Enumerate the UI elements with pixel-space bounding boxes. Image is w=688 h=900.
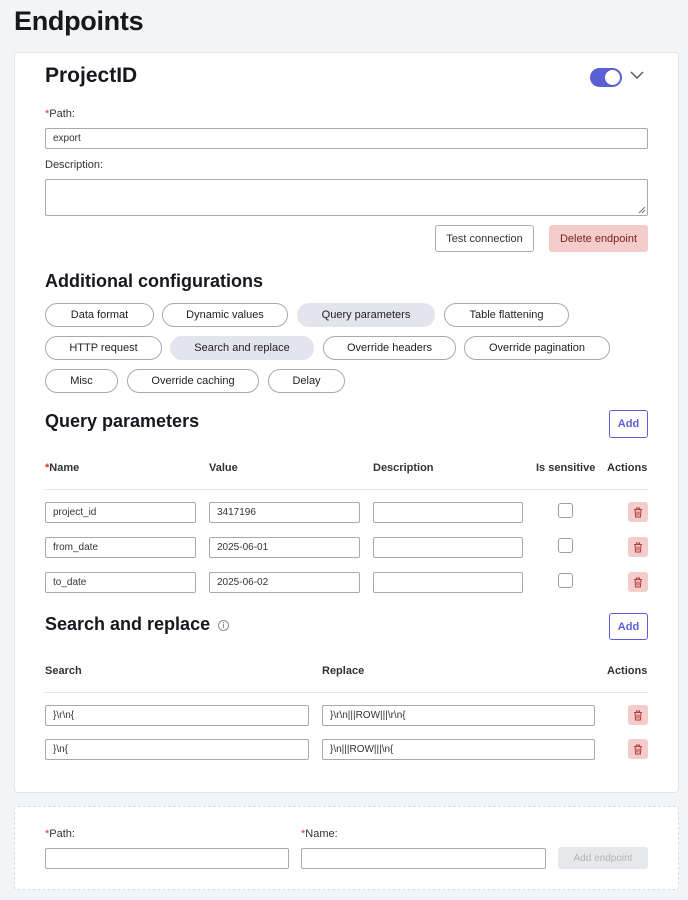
replace-input[interactable]: }\r\n|||ROW|||\r\n{ (322, 705, 595, 726)
chip-table-flattening[interactable]: Table flattening (444, 303, 569, 327)
delete-endpoint-button[interactable]: Delete endpoint (549, 225, 648, 252)
chip-http-request[interactable]: HTTP request (45, 336, 162, 360)
column-header-description: Description (373, 462, 434, 474)
add-query-parameter-button[interactable]: Add (609, 410, 648, 438)
delete-search-replace-button[interactable] (628, 705, 648, 725)
column-header-search: Search (45, 665, 82, 677)
search-input[interactable]: }\n{ (45, 739, 309, 760)
delete-search-replace-button[interactable] (628, 739, 648, 759)
search-input[interactable]: }\r\n{ (45, 705, 309, 726)
info-icon[interactable]: i (218, 620, 229, 631)
additional-configurations-title: Additional configurations (45, 271, 263, 291)
search-and-replace-title: Search and replace (45, 614, 211, 634)
endpoint-enabled-toggle[interactable] (590, 68, 622, 87)
new-name-input[interactable] (301, 848, 546, 869)
delete-param-button[interactable] (628, 537, 648, 557)
trash-icon (634, 542, 642, 552)
param-value-input[interactable]: 3417196 (209, 502, 360, 523)
delete-param-button[interactable] (628, 502, 648, 522)
endpoint-name: ProjectID (45, 64, 138, 87)
chip-search-and-replace[interactable]: Search and replace (170, 336, 314, 360)
add-search-replace-button[interactable]: Add (609, 613, 648, 640)
description-label: Description: (45, 159, 104, 171)
param-name-input[interactable]: from_date (45, 537, 196, 558)
chevron-down-icon[interactable] (630, 70, 644, 80)
test-connection-button[interactable]: Test connection (435, 225, 534, 252)
param-name-input[interactable]: project_id (45, 502, 196, 523)
param-description-textarea[interactable] (373, 537, 523, 558)
column-header-is-sensitive: Is sensitive (536, 462, 596, 474)
resize-grip-icon[interactable] (638, 206, 646, 214)
chip-override-headers[interactable]: Override headers (323, 336, 456, 360)
chip-misc[interactable]: Misc (45, 369, 118, 393)
chip-delay[interactable]: Delay (268, 369, 345, 393)
param-description-textarea[interactable] (373, 502, 523, 523)
table-divider (45, 692, 648, 693)
trash-icon (634, 744, 642, 754)
trash-icon (634, 507, 642, 517)
query-parameters-title: Query parameters (45, 411, 200, 431)
param-value-input[interactable]: 2025-06-01 (209, 537, 360, 558)
column-header-replace: Replace (322, 665, 365, 677)
param-sensitive-checkbox[interactable] (558, 538, 573, 553)
chip-override-caching[interactable]: Override caching (127, 369, 259, 393)
param-value-input[interactable]: 2025-06-02 (209, 572, 360, 593)
table-divider (45, 489, 648, 490)
param-description-textarea[interactable] (373, 572, 523, 593)
column-header-name: *Name (45, 462, 80, 474)
param-sensitive-checkbox[interactable] (558, 573, 573, 588)
trash-icon (634, 710, 642, 720)
param-sensitive-checkbox[interactable] (558, 503, 573, 518)
chip-dynamic-values[interactable]: Dynamic values (162, 303, 288, 327)
chip-query-parameters[interactable]: Query parameters (297, 303, 435, 327)
new-name-label: *Name: (301, 828, 338, 840)
path-input[interactable]: export (45, 128, 648, 149)
column-header-actions: Actions (607, 665, 648, 677)
toggle-knob (605, 70, 620, 85)
description-textarea[interactable] (45, 179, 648, 216)
trash-icon (634, 577, 642, 587)
replace-input[interactable]: }\n|||ROW|||\n{ (322, 739, 595, 760)
param-name-input[interactable]: to_date (45, 572, 196, 593)
add-endpoint-button[interactable]: Add endpoint (558, 847, 648, 869)
new-path-input[interactable] (45, 848, 289, 869)
chip-override-pagination[interactable]: Override pagination (464, 336, 610, 360)
column-header-actions: Actions (607, 462, 648, 474)
column-header-value: Value (209, 462, 238, 474)
new-path-label: *Path: (45, 828, 75, 840)
path-label: *Path: (45, 108, 75, 120)
page-title: Endpoints (14, 6, 144, 36)
delete-param-button[interactable] (628, 572, 648, 592)
chip-data-format[interactable]: Data format (45, 303, 154, 327)
